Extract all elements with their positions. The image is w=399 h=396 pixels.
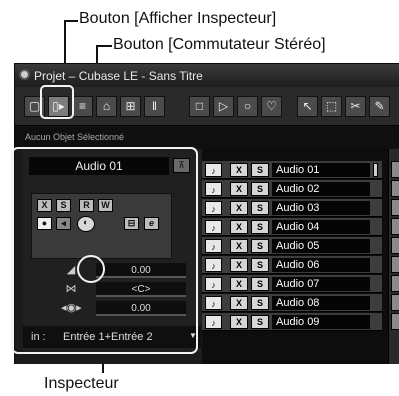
event-cell xyxy=(391,218,399,235)
leader-line-h1 xyxy=(64,20,78,22)
title-bar: Projet – Cubase LE - Sans Titre xyxy=(15,64,399,87)
info-strip-text: Aucun Objet Sélectionné xyxy=(25,132,125,142)
play-button[interactable]: ▷ xyxy=(213,96,234,117)
track-solo-button[interactable]: S xyxy=(251,239,269,253)
show-overview-button[interactable]: ⌂ xyxy=(96,96,117,117)
track-mute-button[interactable]: X xyxy=(230,258,248,272)
track-name[interactable]: Audio 08 xyxy=(272,296,370,310)
track-record-indicator[interactable] xyxy=(373,163,378,177)
track-solo-button[interactable]: S xyxy=(251,258,269,272)
event-cell xyxy=(391,256,399,273)
track-row[interactable]: ♪ X S Audio 08 xyxy=(202,294,382,312)
track-type-icon: ♪ xyxy=(205,163,222,177)
callout-inspector-button: Bouton [Afficher Inspecteur] xyxy=(79,10,277,27)
leader-line-h2 xyxy=(96,45,112,47)
track-solo-button[interactable]: S xyxy=(251,163,269,177)
track-name[interactable]: Audio 04 xyxy=(272,220,370,234)
event-cell xyxy=(391,199,399,216)
show-event-infoline-button[interactable]: ≡ xyxy=(72,96,93,117)
track-row[interactable]: ♪ X S Audio 09 xyxy=(202,313,382,331)
track-mute-button[interactable]: X xyxy=(230,182,248,196)
track-row[interactable]: ♪ X S Audio 07 xyxy=(202,275,382,293)
track-row[interactable]: ♪ X S Audio 05 xyxy=(202,237,382,255)
track-mute-button[interactable]: X xyxy=(230,296,248,310)
event-cell xyxy=(391,237,399,254)
track-solo-button[interactable]: S xyxy=(251,277,269,291)
event-cell xyxy=(391,180,399,197)
track-solo-button[interactable]: S xyxy=(251,220,269,234)
track-solo-button[interactable]: S xyxy=(251,296,269,310)
event-cell xyxy=(391,294,399,311)
pointer-tool-icon: ↖ xyxy=(302,99,313,113)
track-name[interactable]: Audio 09 xyxy=(272,315,370,329)
track-mute-button[interactable]: X xyxy=(230,201,248,215)
info-strip: Aucun Objet Sélectionné xyxy=(15,126,399,149)
split-tool-button[interactable]: ✂ xyxy=(345,96,366,117)
track-row[interactable]: ♪ X S Audio 06 xyxy=(202,256,382,274)
track-name[interactable]: Audio 02 xyxy=(272,182,370,196)
track-list: ♪ X S Audio 01 ♪ X S Audio 02 ♪ X S Audi… xyxy=(202,149,388,364)
track-row[interactable]: ♪ X S Audio 02 xyxy=(202,180,382,198)
callout-inspector: Inspecteur xyxy=(44,375,119,392)
track-mute-button[interactable]: X xyxy=(230,163,248,177)
open-pool-button[interactable]: ⊞ xyxy=(120,96,141,117)
track-row[interactable]: ♪ X S Audio 04 xyxy=(202,218,382,236)
track-mute-button[interactable]: X xyxy=(230,220,248,234)
track-type-icon: ♪ xyxy=(205,182,222,196)
track-row[interactable]: ♪ X S Audio 03 xyxy=(202,199,382,217)
inspector-button-highlight xyxy=(40,85,74,119)
track-type-icon: ♪ xyxy=(205,277,222,291)
track-solo-button[interactable]: S xyxy=(251,315,269,329)
track-type-icon: ♪ xyxy=(205,239,222,253)
callout-stereo-button: Bouton [Commutateur Stéréo] xyxy=(113,36,326,53)
event-cell xyxy=(391,275,399,292)
track-type-icon: ♪ xyxy=(205,201,222,215)
track-solo-button[interactable]: S xyxy=(251,201,269,215)
event-cell xyxy=(391,313,399,330)
event-cell xyxy=(391,161,399,178)
track-name[interactable]: Audio 07 xyxy=(272,277,370,291)
track-type-icon: ♪ xyxy=(205,220,222,234)
inspector-highlight xyxy=(11,147,198,354)
range-tool-button[interactable]: ⬚ xyxy=(321,96,342,117)
open-mixer-button[interactable]: ‖ xyxy=(144,96,165,117)
track-row[interactable]: ♪ X S Audio 01 xyxy=(202,161,382,179)
cubase-logo-icon xyxy=(19,69,30,80)
pointer-tool-button[interactable]: ↖ xyxy=(297,96,318,117)
track-name[interactable]: Audio 01 xyxy=(272,163,370,177)
stop-button[interactable]: □ xyxy=(189,96,210,117)
track-type-icon: ♪ xyxy=(205,296,222,310)
draw-tool-button[interactable]: ✎ xyxy=(369,96,390,117)
event-display[interactable] xyxy=(388,149,399,364)
track-name[interactable]: Audio 05 xyxy=(272,239,370,253)
track-name[interactable]: Audio 03 xyxy=(272,201,370,215)
track-name[interactable]: Audio 06 xyxy=(272,258,370,272)
track-mute-button[interactable]: X xyxy=(230,315,248,329)
track-mute-button[interactable]: X xyxy=(230,239,248,253)
track-mute-button[interactable]: X xyxy=(230,277,248,291)
track-type-icon: ♪ xyxy=(205,258,222,272)
track-type-icon: ♪ xyxy=(205,315,222,329)
window-title: Projet – Cubase LE - Sans Titre xyxy=(34,69,203,83)
record-button[interactable]: ○ xyxy=(237,96,258,117)
cycle-button[interactable]: ♡ xyxy=(261,96,282,117)
track-solo-button[interactable]: S xyxy=(251,182,269,196)
